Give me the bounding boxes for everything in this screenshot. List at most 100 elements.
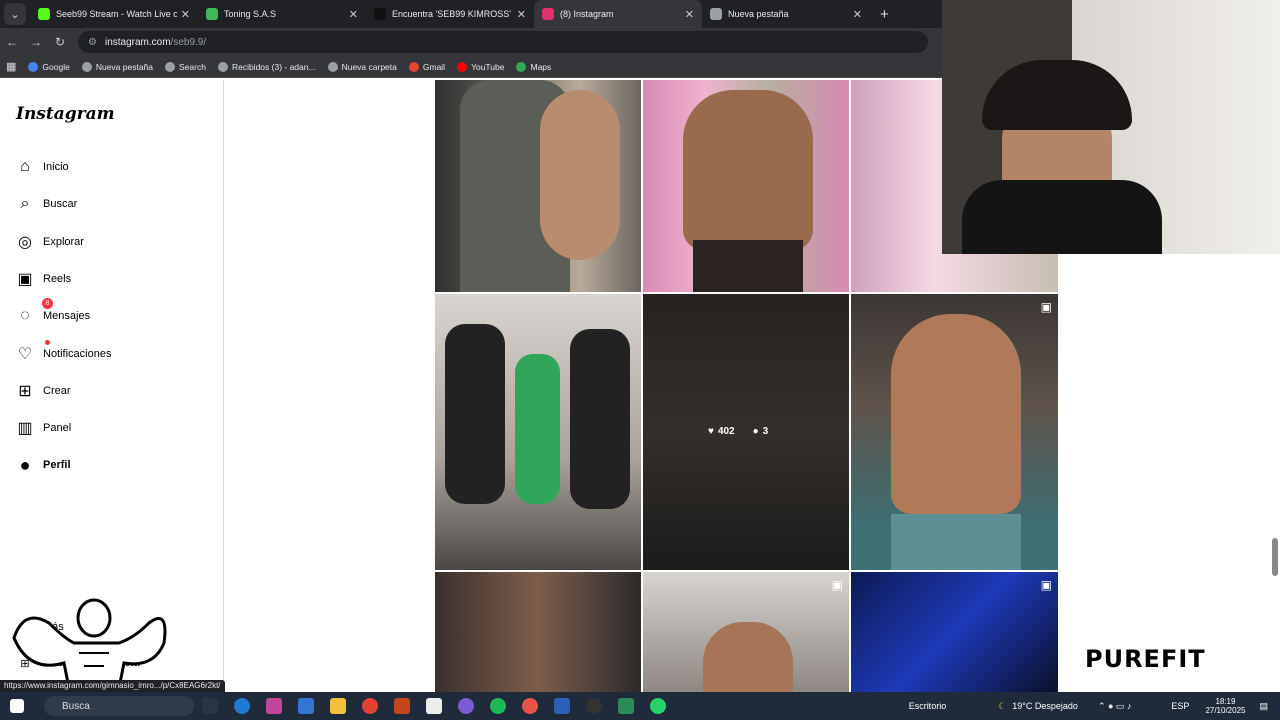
reel-thumbnail[interactable]: ▣ bbox=[851, 572, 1058, 692]
bookmark-icon bbox=[217, 61, 228, 72]
copilot-icon[interactable] bbox=[266, 698, 282, 714]
browser-tab[interactable]: Nueva pestaña ✕ bbox=[702, 0, 870, 28]
tab-search-button[interactable]: ⌄ bbox=[4, 3, 26, 25]
close-tab-icon[interactable]: ✕ bbox=[685, 8, 694, 21]
close-tab-icon[interactable]: ✕ bbox=[517, 8, 526, 21]
task-view-icon[interactable] bbox=[202, 698, 218, 714]
back-icon[interactable]: ← bbox=[0, 35, 24, 49]
bookmark-label: Nueva pestaña bbox=[95, 61, 154, 72]
avatar: ● bbox=[19, 454, 31, 475]
bookmark-icon bbox=[327, 61, 338, 72]
taskbar-search-label: Busca bbox=[62, 700, 90, 712]
browser-tab[interactable]: (8) Instagram ✕ bbox=[534, 0, 702, 28]
sidebar-item-panel[interactable]: ▥ Panel bbox=[16, 415, 71, 441]
instagram-logo[interactable]: Instagram bbox=[16, 104, 115, 124]
bookmark-icon bbox=[165, 61, 176, 72]
chrome-icon[interactable] bbox=[362, 698, 378, 714]
word-icon[interactable] bbox=[554, 698, 570, 714]
plus-square-icon: ⊞ bbox=[18, 382, 32, 400]
app-icon[interactable] bbox=[586, 698, 602, 714]
sidebar-item-notificaciones[interactable]: ♡ Notificaciones bbox=[16, 339, 111, 367]
taskbar-search-input[interactable]: Busca bbox=[44, 696, 194, 716]
post-thumbnail[interactable] bbox=[435, 572, 641, 692]
webcam-overlay bbox=[942, 0, 1280, 254]
weather-label: 19°C Despejado bbox=[1012, 701, 1078, 711]
reel-thumbnail[interactable]: ▣ bbox=[851, 294, 1058, 570]
store-icon[interactable] bbox=[298, 698, 314, 714]
post-thumbnail[interactable] bbox=[435, 80, 641, 292]
powerpoint-icon[interactable] bbox=[394, 698, 410, 714]
tab-favicon-icon bbox=[374, 8, 386, 20]
bookmark-item[interactable]: YouTube bbox=[457, 61, 504, 72]
system-tray: Escritorio ☾ 19°C Despejado ⌃ ● ▭ ♪ ESP … bbox=[909, 692, 1268, 720]
close-tab-icon[interactable]: ✕ bbox=[349, 8, 358, 21]
reload-icon[interactable]: ↻ bbox=[48, 35, 72, 49]
notepad-icon[interactable] bbox=[426, 698, 442, 714]
post-thumbnail[interactable] bbox=[643, 80, 849, 292]
tab-favicon-icon bbox=[542, 8, 554, 20]
bookmark-item[interactable]: Search bbox=[165, 61, 206, 72]
notifications-icon[interactable]: ▤ bbox=[1259, 701, 1268, 712]
sponsor-panel bbox=[1058, 254, 1280, 692]
bookmark-label: Nueva carpeta bbox=[341, 61, 397, 72]
bookmark-item[interactable]: Gmail bbox=[408, 61, 445, 72]
reel-thumbnail[interactable]: ▣ bbox=[643, 572, 849, 692]
sidebar-item-label: Crear bbox=[43, 384, 71, 397]
sidebar-item-crear[interactable]: ⊞ Crear bbox=[16, 378, 71, 404]
bookmark-item[interactable]: Recibidos (3) - adan... bbox=[217, 61, 316, 72]
sidebar-item-reels[interactable]: ▣ Reels bbox=[16, 266, 71, 292]
tab-title: Encuentra 'SEB99 KIMROSS' en bbox=[392, 9, 513, 19]
bookmark-item[interactable]: Nueva carpeta bbox=[327, 61, 397, 72]
unread-badge: 8 bbox=[42, 298, 53, 310]
sidebar-item-label: Inicio bbox=[43, 161, 69, 173]
bookmark-icon bbox=[516, 61, 527, 72]
edge-icon[interactable] bbox=[234, 698, 250, 714]
site-info-icon[interactable]: ⚙ bbox=[88, 37, 97, 48]
sidebar-item-buscar[interactable]: ⌕ Buscar bbox=[16, 191, 78, 217]
reel-icon: ▣ bbox=[831, 578, 843, 592]
chrome-profile-icon[interactable] bbox=[522, 698, 538, 714]
chart-icon: ▥ bbox=[17, 420, 33, 438]
file-explorer-icon[interactable] bbox=[330, 698, 346, 714]
browser-tab[interactable]: Toning S.A.S ✕ bbox=[198, 0, 366, 28]
url-path: /seb9.9/ bbox=[170, 36, 207, 48]
sheet-icon[interactable] bbox=[618, 698, 634, 714]
reel-icon: ▣ bbox=[1040, 578, 1052, 592]
whatsapp-icon[interactable] bbox=[650, 698, 666, 714]
moon-icon: ☾ bbox=[998, 700, 1007, 711]
bookmark-label: Maps bbox=[530, 61, 552, 72]
tab-favicon-icon bbox=[38, 8, 50, 20]
post-thumbnail[interactable] bbox=[435, 294, 641, 570]
spotify-icon[interactable] bbox=[490, 698, 506, 714]
bookmark-item[interactable]: Nueva pestaña bbox=[81, 61, 154, 72]
browser-tab[interactable]: Encuentra 'SEB99 KIMROSS' en ✕ bbox=[366, 0, 534, 28]
forward-icon[interactable]: → bbox=[24, 35, 48, 49]
url-input[interactable]: ⚙ instagram.com/seb9.9/ bbox=[78, 31, 928, 53]
scrollbar-thumb[interactable] bbox=[1272, 538, 1278, 576]
tab-title: Nueva pestaña bbox=[728, 9, 789, 19]
close-tab-icon[interactable]: ✕ bbox=[181, 8, 190, 21]
sidebar-item-inicio[interactable]: ⌂ Inicio bbox=[16, 154, 69, 180]
browser-tab[interactable]: Seeb99 Stream - Watch Live on ✕ bbox=[30, 0, 198, 28]
language-label[interactable]: ESP bbox=[1171, 701, 1189, 711]
bookmark-item[interactable]: Maps bbox=[516, 61, 552, 72]
bookmark-icon bbox=[408, 61, 419, 72]
clock[interactable]: 18:19 27/10/2025 bbox=[1205, 697, 1245, 715]
sidebar-item-label: Panel bbox=[43, 422, 72, 435]
bookmark-icon bbox=[457, 61, 468, 72]
apps-grid-icon[interactable]: ▦ bbox=[6, 60, 16, 73]
messenger-icon: ◌ bbox=[20, 307, 30, 325]
sidebar-item-label: Buscar bbox=[43, 198, 78, 211]
sidebar-item-mensajes[interactable]: ◌ Mensajes 8 bbox=[16, 298, 90, 329]
search-icon: ⌕ bbox=[20, 195, 30, 213]
close-tab-icon[interactable]: ✕ bbox=[853, 8, 862, 21]
bookmark-label: Google bbox=[42, 61, 70, 72]
windows-start-icon[interactable] bbox=[10, 699, 24, 713]
bookmark-item[interactable]: Google bbox=[28, 61, 70, 72]
new-tab-button[interactable]: + bbox=[880, 6, 889, 23]
obs-icon[interactable] bbox=[458, 698, 474, 714]
sidebar-item-perfil[interactable]: ● Perfil bbox=[16, 452, 71, 478]
sidebar-item-explorar[interactable]: ◎ Explorar bbox=[16, 229, 84, 255]
compass-icon: ◎ bbox=[18, 233, 32, 251]
tray-icons[interactable]: ⌃ ● ▭ ♪ bbox=[1098, 701, 1131, 712]
